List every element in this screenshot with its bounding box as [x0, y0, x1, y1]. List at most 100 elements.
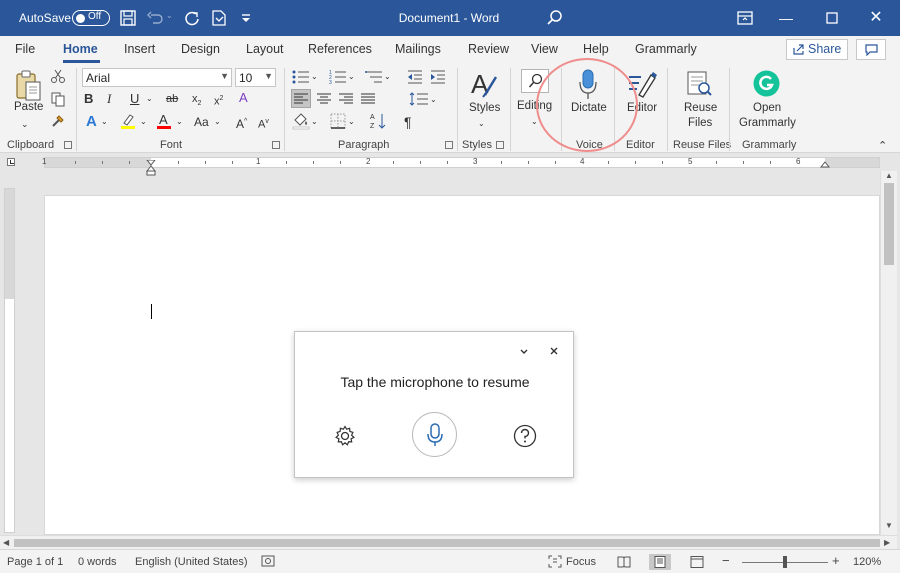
editing-dropdown-icon[interactable]: ⌄: [531, 113, 538, 131]
numbering-dropdown-icon[interactable]: ⌄: [348, 68, 355, 86]
styles-icon[interactable]: A: [469, 69, 499, 99]
bullets-icon[interactable]: [292, 69, 310, 85]
focus-label[interactable]: Focus: [566, 556, 596, 568]
grammarly-logo-icon[interactable]: [753, 70, 780, 97]
font-name-combo[interactable]: Arial ▼: [82, 68, 232, 87]
scroll-thumb[interactable]: [884, 183, 894, 265]
tab-file[interactable]: File: [15, 42, 35, 56]
tab-insert[interactable]: Insert: [124, 42, 155, 56]
editor-icon[interactable]: [627, 69, 657, 99]
microphone-button[interactable]: [412, 412, 457, 457]
borders-dropdown-icon[interactable]: ⌄: [348, 113, 355, 131]
change-case-icon[interactable]: Aa: [194, 113, 209, 131]
line-spacing-icon[interactable]: [409, 91, 429, 107]
paste-dropdown-icon[interactable]: ⌄: [21, 115, 29, 133]
underline-dropdown-icon[interactable]: ⌄: [146, 90, 153, 108]
italic-icon[interactable]: I: [107, 90, 111, 108]
align-left-button[interactable]: [291, 89, 311, 108]
dictate-label[interactable]: Dictate: [571, 102, 607, 114]
minimize-icon[interactable]: —: [776, 8, 796, 28]
show-formatting-marks-icon[interactable]: ¶: [404, 113, 412, 131]
cut-icon[interactable]: [50, 68, 66, 84]
styles-label[interactable]: Styles: [469, 102, 500, 114]
styles-launcher-icon[interactable]: [496, 141, 504, 149]
strikethrough-icon[interactable]: ab: [166, 90, 178, 108]
underline-icon[interactable]: U: [130, 90, 139, 108]
vertical-scrollbar[interactable]: ▲ ▼: [880, 171, 897, 535]
tab-design[interactable]: Design: [181, 42, 220, 56]
text-effects-icon[interactable]: A: [86, 113, 97, 131]
zoom-slider-thumb[interactable]: [783, 556, 787, 568]
close-icon[interactable]: [549, 346, 559, 356]
borders-icon[interactable]: [330, 113, 346, 129]
highlight-dropdown-icon[interactable]: ⌄: [140, 113, 147, 131]
clear-formatting-icon[interactable]: A: [239, 89, 248, 107]
shrink-font-icon[interactable]: Av: [258, 113, 269, 134]
grammarly-label-line2[interactable]: Grammarly: [739, 117, 796, 129]
language-indicator[interactable]: English (United States): [135, 556, 248, 568]
multilevel-list-icon[interactable]: [365, 69, 383, 85]
multilevel-dropdown-icon[interactable]: ⌄: [384, 68, 391, 86]
shading-dropdown-icon[interactable]: ⌄: [311, 113, 318, 131]
tab-home[interactable]: Home: [63, 42, 98, 56]
highlight-icon[interactable]: [120, 112, 136, 130]
grammarly-label-line1[interactable]: Open: [753, 102, 781, 114]
tab-help[interactable]: Help: [583, 42, 609, 56]
clipboard-launcher-icon[interactable]: [64, 141, 72, 149]
paste-icon[interactable]: [14, 69, 42, 103]
share-button[interactable]: Share: [786, 39, 848, 60]
reuse-files-icon[interactable]: [685, 70, 713, 98]
copy-icon[interactable]: [50, 91, 66, 107]
subscript-icon[interactable]: x2: [192, 90, 201, 113]
superscript-icon[interactable]: x2: [214, 90, 223, 111]
styles-dropdown-icon[interactable]: ⌄: [478, 115, 485, 133]
font-color-dropdown-icon[interactable]: ⌄: [176, 113, 183, 131]
microphone-icon[interactable]: [577, 68, 599, 102]
scroll-right-icon[interactable]: ▶: [884, 538, 890, 547]
scroll-down-icon[interactable]: ▼: [885, 521, 893, 530]
settings-icon[interactable]: [334, 425, 356, 447]
shading-icon[interactable]: [292, 112, 310, 130]
comments-button[interactable]: [856, 39, 886, 60]
web-layout-button[interactable]: [686, 554, 708, 570]
paragraph-launcher-icon[interactable]: [445, 141, 453, 149]
indent-marker-icon[interactable]: [146, 160, 156, 176]
print-layout-button[interactable]: [649, 554, 671, 570]
close-icon[interactable]: ✕: [866, 8, 886, 28]
font-color-icon[interactable]: A: [156, 112, 172, 130]
paste-label[interactable]: Paste: [14, 101, 43, 113]
reuse-label-line2[interactable]: Files: [688, 117, 712, 129]
restore-icon[interactable]: [823, 9, 841, 27]
reuse-label-line1[interactable]: Reuse: [684, 102, 717, 114]
tab-selector-icon[interactable]: [7, 158, 15, 166]
zoom-level[interactable]: 120%: [853, 556, 881, 568]
horizontal-ruler[interactable]: 1 1 2 3 4 5 6: [42, 157, 880, 168]
line-spacing-dropdown-icon[interactable]: ⌄: [430, 91, 437, 109]
tab-references[interactable]: References: [308, 42, 372, 56]
bullets-dropdown-icon[interactable]: ⌄: [311, 68, 318, 86]
zoom-out-button[interactable]: −: [722, 553, 730, 568]
tab-mailings[interactable]: Mailings: [395, 42, 441, 56]
vertical-ruler[interactable]: [4, 188, 15, 533]
right-indent-marker-icon[interactable]: [820, 160, 830, 168]
read-mode-button[interactable]: [613, 554, 635, 570]
search-icon[interactable]: [546, 9, 564, 27]
tab-grammarly[interactable]: Grammarly: [635, 42, 697, 56]
change-case-dropdown-icon[interactable]: ⌄: [214, 113, 221, 131]
justify-icon[interactable]: [361, 92, 375, 106]
format-painter-icon[interactable]: [50, 113, 66, 129]
increase-indent-icon[interactable]: [430, 69, 446, 85]
tab-review[interactable]: Review: [468, 42, 509, 56]
numbering-icon[interactable]: 123: [329, 69, 347, 85]
page-count[interactable]: Page 1 of 1: [7, 556, 63, 568]
scroll-thumb[interactable]: [14, 539, 880, 547]
align-right-icon[interactable]: [339, 92, 353, 106]
editor-label[interactable]: Editor: [627, 102, 657, 114]
font-size-combo[interactable]: 10 ▼: [235, 68, 276, 87]
sort-icon[interactable]: AZ: [370, 112, 388, 130]
editing-label[interactable]: Editing: [517, 100, 552, 112]
word-count[interactable]: 0 words: [78, 556, 117, 568]
collapse-icon[interactable]: [519, 346, 529, 356]
scroll-left-icon[interactable]: ◀: [3, 538, 9, 547]
tab-view[interactable]: View: [531, 42, 558, 56]
